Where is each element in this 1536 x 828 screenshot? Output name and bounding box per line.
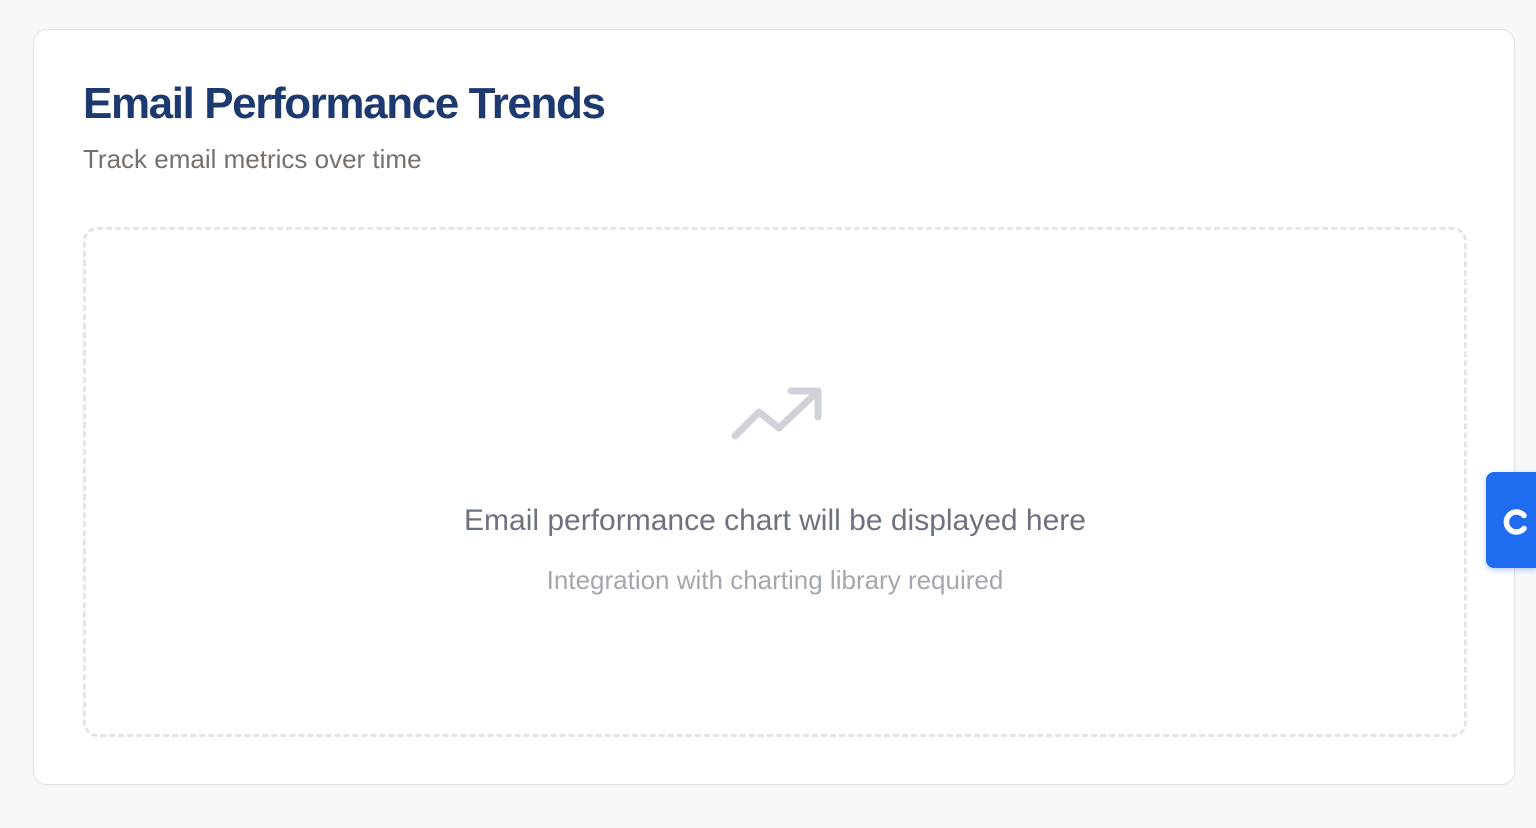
trending-up-icon bbox=[731, 387, 822, 440]
chart-empty-note: Integration with charting library requir… bbox=[546, 565, 1004, 595]
card-title: Email Performance Trends bbox=[83, 79, 606, 128]
chart-empty-message: Email performance chart will be displaye… bbox=[464, 504, 1086, 537]
side-widget-button[interactable] bbox=[1486, 472, 1536, 568]
c-logo-icon bbox=[1503, 509, 1527, 535]
card-subtitle: Track email metrics over time bbox=[83, 144, 422, 174]
chart-placeholder: Email performance chart will be displaye… bbox=[83, 227, 1467, 737]
email-performance-card: Email Performance Trends Track email met… bbox=[33, 29, 1515, 785]
